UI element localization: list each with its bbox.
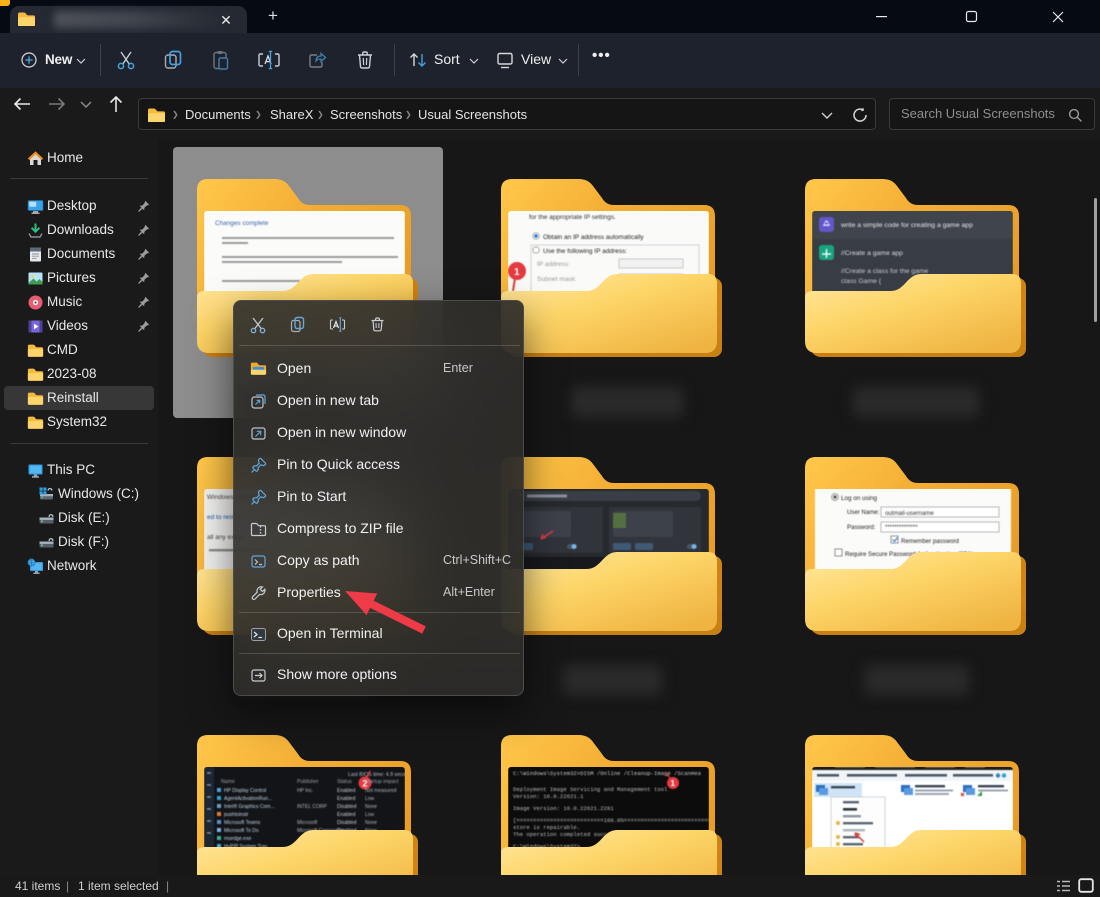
svg-text:Enabled: Enabled <box>337 796 356 802</box>
svg-text:for the appropriate IP setting: for the appropriate IP settings. <box>529 214 616 221</box>
svg-text:[==========================100: [==========================100.0%=======… <box>513 817 714 824</box>
svg-text:pushtoinstr: pushtoinstr <box>224 812 249 818</box>
svg-text:C:\Windows\System32>DISM /Onli: C:\Windows\System32>DISM /Online /Cleanu… <box>513 770 702 777</box>
svg-text:Log on using: Log on using <box>841 495 878 502</box>
svg-text:Microsoft Teams: Microsoft Teams <box>224 820 261 826</box>
svg-text:Status: Status <box>337 779 352 785</box>
svg-text:Startup impact: Startup impact <box>365 779 399 785</box>
svg-text:Low: Low <box>365 812 375 818</box>
svg-text:None: None <box>365 820 377 826</box>
svg-text:Version: 10.0.22621.1: Version: 10.0.22621.1 <box>513 793 584 800</box>
svg-text:Microsoft To Do: Microsoft To Do <box>224 828 259 834</box>
svg-text://Create a game app: //Create a game app <box>841 250 903 257</box>
svg-text:Disabled: Disabled <box>337 804 357 810</box>
svg-text:Enabled: Enabled <box>337 812 356 818</box>
svg-text:1: 1 <box>514 267 520 278</box>
svg-text:class Game {: class Game { <box>841 278 882 285</box>
svg-text:Image Version: 10.0.22621.2281: Image Version: 10.0.22621.2281 <box>513 805 614 812</box>
svg-text:Enabled: Enabled <box>337 788 356 794</box>
svg-text:Microsoft: Microsoft <box>297 820 318 826</box>
svg-text:msedge.exe: msedge.exe <box>224 836 251 842</box>
svg-text:IP address:: IP address: <box>537 261 570 268</box>
svg-text:Changes complete: Changes complete <box>215 220 269 227</box>
svg-text:Publisher: Publisher <box>297 779 319 785</box>
svg-text://Create a class for the game: //Create a class for the game <box>841 268 928 275</box>
svg-text:Remember password: Remember password <box>901 538 959 545</box>
svg-text:Disabled: Disabled <box>337 820 357 826</box>
svg-text:Not measured: Not measured <box>365 788 397 794</box>
svg-text:outmail-username: outmail-username <box>885 510 934 517</box>
svg-text:HP Inc.: HP Inc. <box>297 788 313 794</box>
svg-text:AgentActivationRun...: AgentActivationRun... <box>224 796 272 802</box>
svg-text:Intel® Graphics Com...: Intel® Graphics Com... <box>224 803 275 810</box>
svg-text:Password:: Password: <box>847 524 876 531</box>
svg-text:1: 1 <box>671 779 676 788</box>
svg-text:INTEL CORP: INTEL CORP <box>297 804 327 810</box>
svg-text:write a simple code for creati: write a simple code for creating a game … <box>840 222 973 229</box>
svg-text:Use the following IP address:: Use the following IP address: <box>543 248 627 255</box>
svg-text:None: None <box>365 804 377 810</box>
svg-text:store is repairable.: store is repairable. <box>513 824 580 831</box>
svg-text:**************: ************** <box>885 525 918 531</box>
svg-text:Last BIOS time: 4.9 seconds: Last BIOS time: 4.9 seconds <box>348 772 414 778</box>
svg-text:Subnet mask:: Subnet mask: <box>537 276 577 283</box>
svg-text:Low: Low <box>365 796 375 802</box>
svg-text:HP Display Control: HP Display Control <box>224 788 266 794</box>
svg-text:Deployment Image Servicing and: Deployment Image Servicing and Managemen… <box>513 786 668 793</box>
svg-text:Name: Name <box>221 779 235 785</box>
svg-text:User Name:: User Name: <box>847 509 880 516</box>
svg-text:Obtain an IP address automatic: Obtain an IP address automatically <box>543 234 644 241</box>
